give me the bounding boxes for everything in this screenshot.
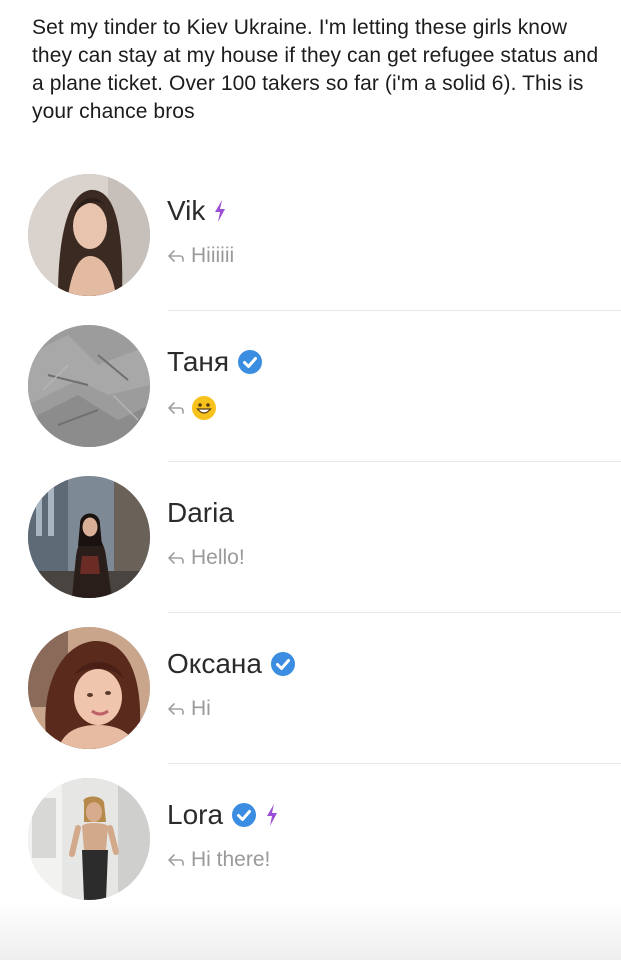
last-message: Hi there! — [191, 848, 271, 871]
match-row-lora[interactable]: Lora Hi there! — [0, 764, 621, 914]
last-message-line: Hi — [167, 697, 211, 721]
last-message-line: Hi there! — [167, 848, 270, 872]
reply-arrow-icon — [167, 551, 185, 565]
post-caption: Set my tinder to Kiev Ukraine. I'm letti… — [32, 16, 599, 123]
last-message-line: Hiiiiii — [167, 244, 234, 268]
bottom-fade — [0, 900, 621, 960]
match-name: Vik — [167, 195, 206, 226]
avatar[interactable] — [28, 174, 150, 296]
grinning-face-emoji-icon — [191, 395, 217, 421]
match-row-daria[interactable]: Daria Hello! — [0, 462, 621, 612]
last-message: Hi — [191, 697, 211, 720]
reply-arrow-icon — [167, 702, 185, 716]
match-name-line: Daria — [167, 497, 234, 529]
match-list: Vik Hiiiiii Таня Daria Hello! Оксана Hi … — [0, 160, 621, 914]
match-name-line: Таня — [167, 346, 263, 378]
avatar[interactable] — [28, 325, 150, 447]
match-name: Daria — [167, 497, 234, 528]
lightning-bolt-icon — [265, 803, 279, 827]
last-message-line — [167, 395, 217, 421]
reply-arrow-icon — [167, 853, 185, 867]
reply-arrow-icon — [167, 401, 185, 415]
match-name: Таня — [167, 346, 230, 377]
last-message: Hiiiiii — [191, 244, 235, 267]
avatar[interactable] — [28, 627, 150, 749]
match-row-tanya[interactable]: Таня — [0, 311, 621, 461]
match-name-line: Оксана — [167, 648, 296, 680]
reply-arrow-icon — [167, 249, 185, 263]
avatar[interactable] — [28, 476, 150, 598]
last-message: Hello! — [191, 546, 245, 569]
match-row-vik[interactable]: Vik Hiiiiii — [0, 160, 621, 310]
match-row-oksana[interactable]: Оксана Hi — [0, 613, 621, 763]
avatar[interactable] — [28, 778, 150, 900]
last-message-line: Hello! — [167, 546, 245, 570]
match-name-line: Vik — [167, 195, 227, 227]
match-name: Оксана — [167, 648, 262, 679]
verified-badge-icon — [231, 802, 257, 828]
lightning-bolt-icon — [213, 199, 227, 223]
verified-badge-icon — [237, 349, 263, 375]
match-name: Lora — [167, 799, 224, 830]
match-name-line: Lora — [167, 799, 279, 831]
verified-badge-icon — [270, 651, 296, 677]
